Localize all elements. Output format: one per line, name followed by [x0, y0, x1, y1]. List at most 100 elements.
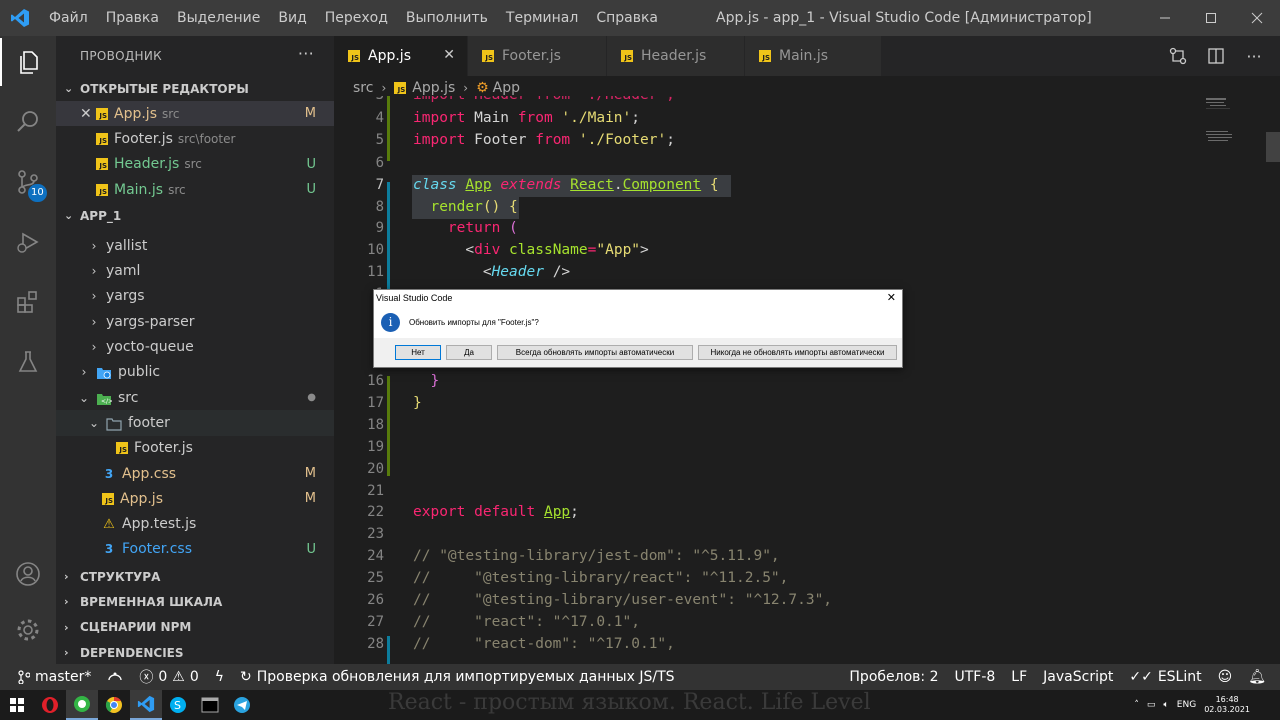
language-indicator[interactable]: ENG	[1177, 700, 1196, 710]
minimap[interactable]	[1196, 96, 1266, 156]
search-icon[interactable]	[0, 98, 56, 146]
tree-item-folder[interactable]: › yargs	[56, 284, 334, 309]
sync-icon[interactable]	[99, 670, 131, 684]
code-token: <	[465, 242, 475, 258]
tab-app-js[interactable]: JS App.js ✕	[334, 36, 468, 76]
open-editor-item[interactable]: ✕ JS App.js src M	[56, 101, 334, 127]
yes-button[interactable]: Да	[446, 345, 492, 360]
whatsapp-icon[interactable]	[66, 690, 98, 720]
skype-icon[interactable]: S	[162, 690, 194, 720]
split-editor-icon[interactable]	[1200, 40, 1232, 72]
notifications-bell-icon[interactable]: 🔔︎	[1240, 669, 1280, 685]
no-button[interactable]: Нет	[395, 345, 441, 360]
css-file-icon: 3	[104, 466, 114, 481]
open-editors-header[interactable]: ⌄ ОТКРЫТЫЕ РЕДАКТОРЫ	[56, 76, 334, 101]
task-progress[interactable]: ↻ Проверка обновления для импортируемых …	[232, 669, 683, 685]
vertical-scrollbar[interactable]	[1266, 132, 1280, 162]
open-changes-icon[interactable]	[1162, 40, 1194, 72]
code-token: Footer	[465, 132, 536, 148]
menu-go[interactable]: Переход	[316, 0, 397, 36]
tray-arrow-icon[interactable]: ˄	[1134, 700, 1139, 710]
telegram-icon[interactable]	[226, 690, 258, 720]
chrome-icon[interactable]	[98, 690, 130, 720]
menu-view[interactable]: Вид	[269, 0, 315, 36]
timeline-header[interactable]: › ВРЕМЕННАЯ ШКАЛА	[56, 589, 334, 614]
menu-run[interactable]: Выполнить	[397, 0, 497, 36]
code-editor[interactable]: 3 4 5 6 7 8 9 10 11 1 1 1 1 16 17 18 19 …	[334, 96, 1280, 664]
eslint-indicator[interactable]: ✓✓ ESLint	[1121, 669, 1209, 685]
run-debug-icon[interactable]	[0, 218, 56, 266]
open-editor-item[interactable]: JS Footer.js src\footer	[56, 126, 334, 151]
chevron-right-icon: ›	[381, 81, 387, 95]
tree-item-file[interactable]: 3 Footer.css U	[56, 537, 334, 562]
vscode-taskbar-icon[interactable]	[130, 690, 162, 720]
never-update-button[interactable]: Никогда не обновлять импорты автоматичес…	[698, 345, 897, 360]
file-name: Footer.js	[134, 440, 193, 457]
testing-flask-icon[interactable]	[0, 338, 56, 386]
volume-icon[interactable]: 🔈︎	[1163, 700, 1168, 710]
indentation-indicator[interactable]: Пробелов: 2	[841, 669, 946, 685]
opera-icon[interactable]	[34, 690, 66, 720]
code-line: return (	[413, 218, 518, 240]
menu-edit[interactable]: Правка	[97, 0, 168, 36]
line-number: 18	[367, 417, 384, 433]
breadcrumb-folder[interactable]: src	[353, 80, 373, 96]
line-number: 21	[367, 483, 384, 499]
tree-item-folder[interactable]: › yocto-queue	[56, 334, 334, 359]
tab-main-js[interactable]: JS Main.js	[745, 36, 882, 76]
open-editor-item[interactable]: JS Header.js src U	[56, 152, 334, 177]
feedback-icon[interactable]: ☺	[1210, 669, 1241, 685]
tab-footer-js[interactable]: JS Footer.js	[468, 36, 607, 76]
task-text: Проверка обновления для импортируемых да…	[256, 669, 675, 685]
minimize-button[interactable]	[1142, 0, 1188, 36]
extensions-icon[interactable]	[0, 278, 56, 326]
tree-item-folder[interactable]: ⌄ footer	[56, 410, 334, 436]
tree-item-folder[interactable]: ⌄ </> src ●	[56, 385, 334, 410]
more-actions-icon[interactable]: ···	[298, 44, 314, 63]
close-icon[interactable]: ✕	[80, 106, 92, 122]
breadcrumb-symbol[interactable]: App	[493, 80, 520, 96]
close-icon[interactable]: ✕	[443, 47, 455, 63]
windows-start-icon[interactable]	[0, 690, 34, 720]
settings-gear-icon[interactable]	[0, 606, 56, 654]
accounts-icon[interactable]	[0, 550, 56, 598]
tab-header-js[interactable]: JS Header.js	[607, 36, 745, 76]
language-mode[interactable]: JavaScript	[1035, 669, 1121, 685]
js-file-icon: JS	[96, 158, 108, 171]
tree-item-file[interactable]: JS Footer.js	[56, 436, 334, 461]
tree-item-folder[interactable]: › yaml	[56, 258, 334, 283]
branch-indicator[interactable]: master*	[0, 669, 99, 685]
close-window-button[interactable]	[1234, 0, 1280, 36]
terminal-icon[interactable]	[194, 690, 226, 720]
chevron-right-icon: ›	[64, 620, 69, 634]
outline-header[interactable]: › СТРУКТУРА	[56, 564, 334, 589]
tree-item-folder[interactable]: › public	[56, 360, 334, 385]
breadcrumb-file[interactable]: App.js	[412, 80, 455, 96]
eol-indicator[interactable]: LF	[1003, 669, 1035, 685]
maximize-button[interactable]	[1188, 0, 1234, 36]
tree-item-file[interactable]: ⚠ App.test.js	[56, 511, 334, 536]
menu-selection[interactable]: Выделение	[168, 0, 269, 36]
project-header[interactable]: ⌄ APP_1	[56, 202, 334, 229]
clock[interactable]: 16:48 02.03.2021	[1204, 695, 1250, 715]
explorer-icon[interactable]	[0, 38, 56, 86]
open-editor-item[interactable]: JS Main.js src U	[56, 177, 334, 202]
more-actions-icon[interactable]: ···	[1238, 40, 1270, 72]
lightning-icon[interactable]: ϟ	[207, 669, 232, 685]
tree-item-file[interactable]: JS App.js M	[56, 486, 334, 511]
tree-item-file[interactable]: 3 App.css M	[56, 461, 334, 486]
source-control-icon[interactable]: 10	[0, 158, 56, 206]
npm-scripts-header[interactable]: › СЦЕНАРИИ NPM	[56, 615, 334, 640]
tree-item-folder[interactable]: › yargs-parser	[56, 309, 334, 334]
problems-indicator[interactable]: ⓧ 0 ⚠ 0	[131, 667, 206, 687]
always-update-button[interactable]: Всегда обновлять импорты автоматически	[497, 345, 693, 360]
tree-item-folder[interactable]: › yallist	[56, 233, 334, 258]
dependencies-header[interactable]: › DEPENDENCIES	[56, 640, 334, 664]
menu-file[interactable]: Файл	[40, 0, 97, 36]
tab-label: App.js	[368, 48, 411, 64]
encoding-indicator[interactable]: UTF-8	[946, 669, 1003, 685]
code-token: export	[413, 504, 466, 520]
dialog-close-icon[interactable]: ✕	[887, 290, 896, 306]
code-line: // "@testing-library/react": "^11.2.5",	[413, 570, 789, 586]
network-icon[interactable]: ▭	[1147, 700, 1156, 710]
